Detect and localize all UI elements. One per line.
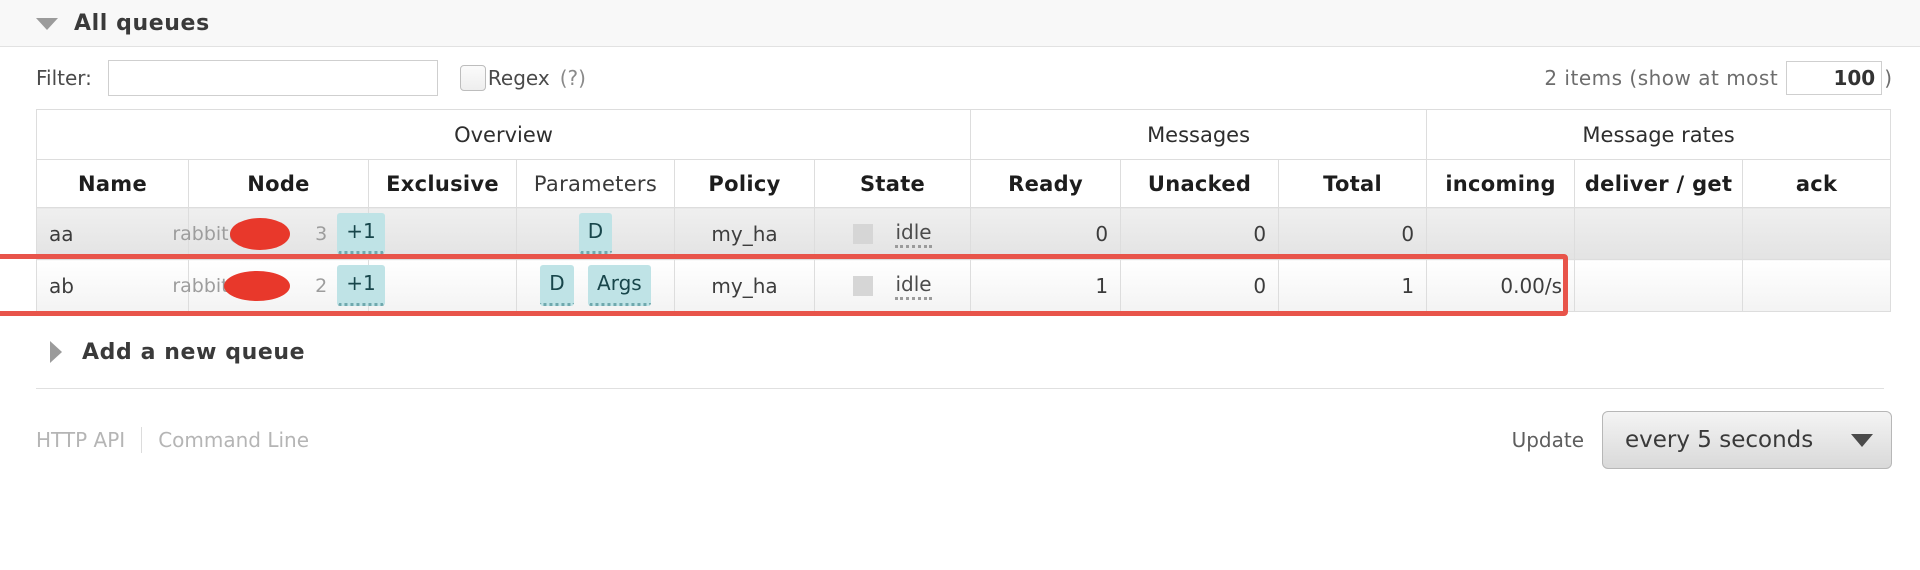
filter-row: Filter: Regex (?) 2 items (show at most … <box>0 47 1920 109</box>
group-header-overview: Overview <box>35 109 972 160</box>
paging-close-paren: ) <box>1884 66 1892 90</box>
state-label: idle <box>895 272 932 300</box>
col-header-policy[interactable]: Policy <box>674 159 815 208</box>
policy-name[interactable]: my_ha <box>711 274 777 298</box>
queue-policy-cell: my_ha <box>674 259 815 312</box>
policy-name[interactable]: my_ha <box>711 222 777 246</box>
table-row[interactable]: aa rabbit@xxxxxx3 +1 D my_ha <box>36 207 1892 260</box>
queue-ack-cell <box>1742 207 1892 260</box>
col-header-state[interactable]: State <box>813 159 972 208</box>
col-header-exclusive[interactable]: Exclusive <box>368 159 517 208</box>
page-title: All queues <box>74 10 210 36</box>
regex-label: Regex <box>487 66 550 90</box>
queue-deliver-get-cell <box>1574 259 1744 312</box>
col-header-deliver-get[interactable]: deliver / get <box>1574 159 1744 208</box>
group-header-messages: Messages <box>970 109 1428 160</box>
col-header-name[interactable]: Name <box>36 159 189 208</box>
col-header-node[interactable]: Node <box>188 159 369 208</box>
queue-deliver-get-cell <box>1574 207 1744 260</box>
table-column-header-row: Name Node Exclusive Parameters Policy St… <box>36 159 1892 208</box>
update-area: Update every 5 seconds <box>1512 411 1892 469</box>
queue-exclusive-cell <box>368 259 517 312</box>
node-name-text: rabbit@xxxxxx2 <box>172 270 327 301</box>
redaction-overlay <box>224 270 291 301</box>
col-header-incoming[interactable]: incoming <box>1426 159 1576 208</box>
paging-area: 2 items (show at most ) <box>1544 61 1892 95</box>
show-at-most-input[interactable] <box>1786 61 1883 95</box>
triangle-right-icon[interactable] <box>50 341 62 363</box>
filter-input[interactable] <box>107 60 438 96</box>
update-interval-select[interactable]: every 5 seconds <box>1602 411 1892 469</box>
update-interval-value: every 5 seconds <box>1625 427 1814 453</box>
update-label: Update <box>1511 428 1584 452</box>
command-line-link[interactable]: Command Line <box>158 428 309 452</box>
queue-parameters-cell: D Args <box>516 259 675 312</box>
table-group-header-row: Overview Messages Message rates <box>35 109 1892 160</box>
queue-total-cell: 1 <box>1278 259 1428 312</box>
col-header-unacked[interactable]: Unacked <box>1120 159 1280 208</box>
add-new-queue-label: Add a new queue <box>82 339 306 365</box>
queue-node-cell: rabbit@xxxxxx2 +1 <box>172 259 385 312</box>
http-api-link[interactable]: HTTP API <box>36 428 125 452</box>
queue-policy-cell: my_ha <box>674 207 815 260</box>
col-header-ready[interactable]: Ready <box>970 159 1122 208</box>
node-name-text: rabbit@xxxxxx3 <box>172 217 327 250</box>
chevron-down-icon <box>1851 433 1873 447</box>
param-tag-durable[interactable]: D <box>540 265 574 306</box>
col-header-total[interactable]: Total <box>1278 159 1428 208</box>
group-header-message-rates: Message rates <box>1426 109 1892 160</box>
queue-node-cell: rabbit@xxxxxx3 +1 <box>172 207 385 260</box>
queue-unacked-cell: 0 <box>1120 259 1280 312</box>
col-header-parameters[interactable]: Parameters <box>516 159 675 208</box>
filter-label: Filter: <box>36 66 92 90</box>
items-count-text: 2 items (show at most <box>1544 66 1779 90</box>
state-label: idle <box>895 220 932 248</box>
queue-ready-cell: 1 <box>970 259 1122 312</box>
queue-name-link[interactable]: aa <box>36 207 189 260</box>
all-queues-section-header[interactable]: All queues <box>0 0 1920 47</box>
queues-table-wrap: Overview Messages Message rates Name Nod… <box>0 109 1920 316</box>
param-tag-args[interactable]: Args <box>588 265 651 306</box>
queue-total-cell: 0 <box>1278 207 1428 260</box>
queue-unacked-cell: 0 <box>1120 207 1280 260</box>
queue-incoming-cell: 0.00/s <box>1426 259 1576 312</box>
footer: HTTP API Command Line Update every 5 sec… <box>0 389 1920 469</box>
state-color-swatch <box>853 275 874 296</box>
queues-table: Overview Messages Message rates Name Nod… <box>35 109 1892 312</box>
redaction-overlay <box>230 217 291 250</box>
queue-incoming-cell <box>1426 207 1576 260</box>
queue-state-cell: idle <box>813 259 972 312</box>
param-tag-durable[interactable]: D <box>578 213 613 254</box>
regex-help-link[interactable]: (?) <box>560 66 586 90</box>
footer-separator <box>141 427 143 453</box>
queue-name-link[interactable]: ab <box>36 259 189 312</box>
col-header-ack[interactable]: ack <box>1742 159 1892 208</box>
queue-ready-cell: 0 <box>970 207 1122 260</box>
state-color-swatch <box>853 223 874 244</box>
triangle-down-icon[interactable] <box>36 18 58 30</box>
queue-parameters-cell: D <box>516 207 675 260</box>
node-extra-tag[interactable]: +1 <box>337 265 385 306</box>
queue-ack-cell <box>1742 259 1892 312</box>
node-extra-tag[interactable]: +1 <box>337 213 385 254</box>
table-row[interactable]: ab rabbit@xxxxxx2 +1 D Args <box>36 259 1892 312</box>
queue-state-cell: idle <box>813 207 972 260</box>
queue-exclusive-cell <box>368 207 517 260</box>
add-new-queue-section[interactable]: Add a new queue <box>0 324 1920 380</box>
regex-checkbox[interactable] <box>459 65 486 91</box>
